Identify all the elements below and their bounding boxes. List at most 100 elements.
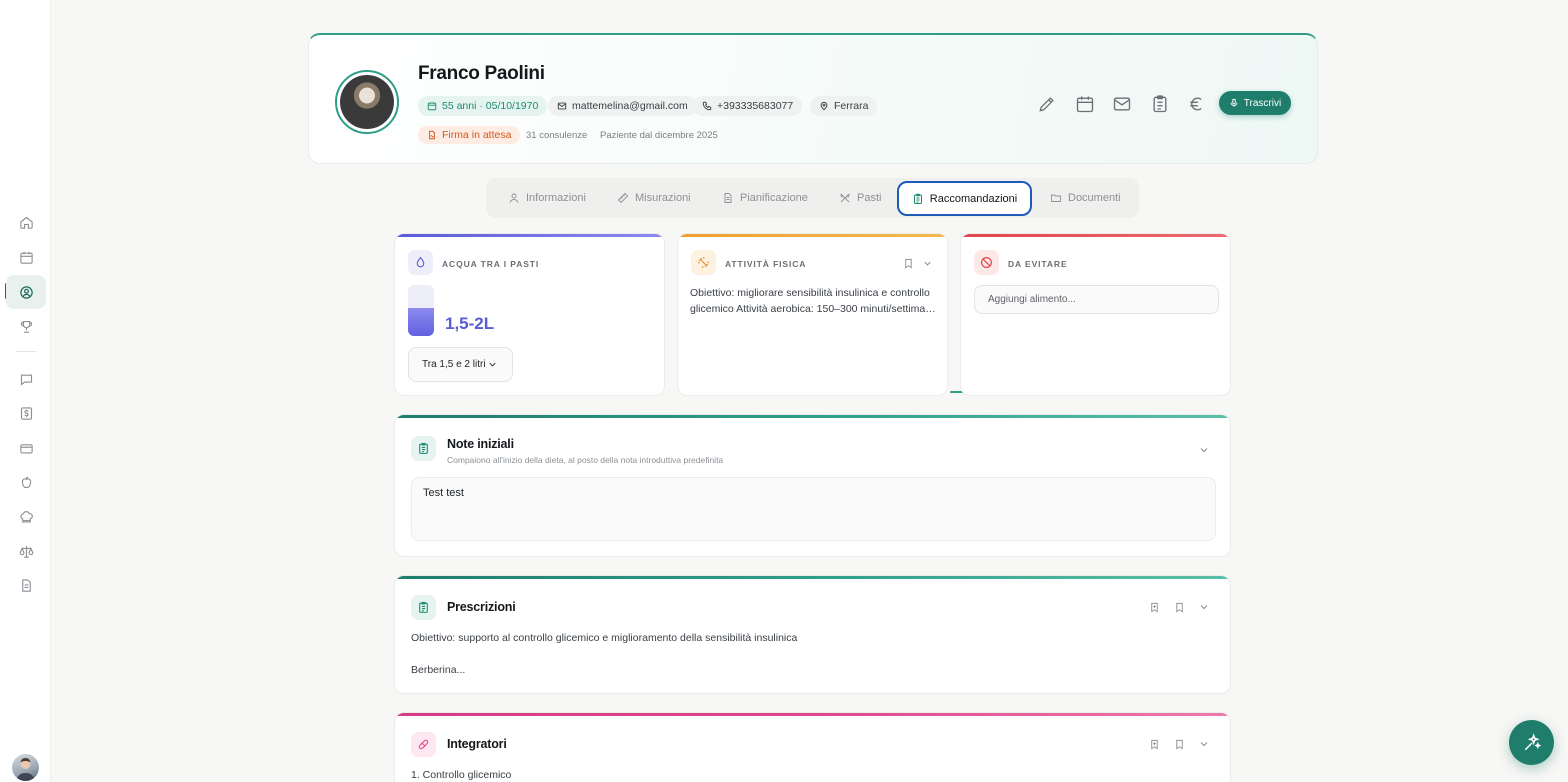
- phone-text: +393335683077: [717, 100, 794, 112]
- patient-header-card: Franco Paolini 55 anni · 05/10/1970 matt…: [308, 33, 1318, 164]
- clipboard-icon: [419, 442, 428, 454]
- euro-icon: [1190, 97, 1202, 111]
- supplements-line-1: 1. Controllo glicemico: [411, 769, 512, 781]
- tab-misurazioni[interactable]: Misurazioni: [609, 181, 699, 215]
- tab-informazioni[interactable]: Informazioni: [500, 181, 594, 215]
- tab-label: Raccomandazioni: [929, 192, 1018, 205]
- phone-icon: [702, 101, 712, 111]
- chevron-down-icon: [1200, 605, 1208, 610]
- supplements-icon-box: [411, 732, 436, 757]
- chevron-down-icon: [1200, 448, 1208, 453]
- signature-icon: [429, 130, 435, 140]
- age-dob-text: 55 anni · 05/10/1970: [442, 100, 539, 112]
- map-pin-icon: [820, 101, 828, 111]
- droplet-icon: [416, 256, 425, 268]
- prescriptions-save-template-button[interactable]: [1147, 600, 1161, 614]
- activity-text: Obiettivo: migliorare sensibilità insuli…: [690, 285, 940, 317]
- avoid-icon-box: [974, 250, 999, 275]
- bookmark-plus-icon: [1150, 739, 1158, 749]
- sidebar-item-scale[interactable]: [6, 535, 46, 567]
- bookmark-icon: [904, 258, 912, 268]
- prescriptions-collapse-button[interactable]: [1197, 600, 1211, 614]
- water-select[interactable]: Tra 1,5 e 2 litri: [408, 347, 513, 382]
- notes-card: Note iniziali Compaiono all'inizio della…: [394, 414, 1231, 557]
- prescriptions-card-accent: [395, 576, 1230, 579]
- tab-label: Pianificazione: [740, 192, 808, 204]
- sidebar-item-recipes[interactable]: [6, 501, 46, 533]
- user-avatar[interactable]: [12, 754, 39, 781]
- activity-expand-button[interactable]: [920, 256, 934, 270]
- trophy-icon: [20, 320, 32, 333]
- sidebar-item-patients[interactable]: [6, 275, 46, 309]
- sidebar-item-documents[interactable]: [6, 569, 46, 601]
- supplements-collapse-button[interactable]: [1197, 737, 1211, 751]
- dollar-icon: [20, 406, 32, 420]
- tab-documenti[interactable]: Documenti: [1042, 181, 1129, 215]
- avoid-card-accent: [961, 234, 1230, 237]
- sidebar-item-home[interactable]: [6, 206, 46, 238]
- ai-assistant-button[interactable]: [1509, 720, 1554, 765]
- mail-icon: [557, 102, 567, 110]
- chevron-down-icon: [1200, 742, 1208, 747]
- email-chip[interactable]: mattemelina@gmail.com: [548, 96, 697, 116]
- dumbbell-icon: [697, 256, 710, 269]
- sidebar-item-messages[interactable]: [6, 363, 46, 395]
- add-food-input[interactable]: [974, 285, 1219, 314]
- water-label: ACQUA TRA I PASTI: [442, 259, 540, 269]
- transcribe-button[interactable]: Trascrivi: [1219, 91, 1291, 115]
- tab-label: Documenti: [1068, 192, 1121, 204]
- pill-icon: [418, 739, 429, 750]
- sparkles-icon: [1524, 732, 1541, 750]
- tab-raccomandazioni[interactable]: Raccomandazioni: [897, 181, 1032, 216]
- email-button[interactable]: [1110, 92, 1134, 116]
- folder-icon: [1051, 194, 1061, 202]
- sidebar-item-payments[interactable]: [6, 432, 46, 464]
- schedule-button[interactable]: [1073, 92, 1097, 116]
- pencil-icon: [1039, 97, 1054, 112]
- checklist-button[interactable]: [1148, 92, 1172, 116]
- sidebar-item-foods[interactable]: [6, 466, 46, 498]
- chevron-down-icon: [923, 261, 931, 266]
- prescriptions-card: Prescrizioni Obiettivo: supporto al cont…: [394, 575, 1231, 694]
- activity-bookmark-button[interactable]: [901, 256, 915, 270]
- prescriptions-line-2: Berberina...: [411, 664, 466, 676]
- sidebar-item-billing[interactable]: [6, 397, 46, 429]
- notes-textarea[interactable]: [411, 477, 1216, 541]
- apple-icon: [21, 475, 31, 488]
- notes-icon-box: [411, 436, 436, 461]
- status-text: Firma in attesa: [442, 129, 512, 141]
- notes-collapse-button[interactable]: [1197, 443, 1211, 457]
- activity-card-accent: [678, 234, 947, 237]
- mail-icon: [1113, 97, 1131, 111]
- supplements-bookmark-button[interactable]: [1172, 737, 1186, 751]
- chevron-down-icon: [489, 362, 496, 367]
- prescriptions-title: Prescrizioni: [447, 600, 516, 614]
- prescriptions-line-1: Obiettivo: supporto al controllo glicemi…: [411, 632, 798, 644]
- ban-icon: [981, 257, 992, 268]
- phone-chip[interactable]: +393335683077: [693, 96, 803, 116]
- water-card-accent: [395, 234, 664, 237]
- prescriptions-bookmark-button[interactable]: [1172, 600, 1186, 614]
- user-circle-icon: [19, 285, 33, 299]
- bookmark-plus-icon: [1150, 602, 1158, 612]
- avoid-label: DA EVITARE: [1008, 259, 1068, 269]
- water-select-value: Tra 1,5 e 2 litri: [422, 359, 486, 370]
- bookmark-icon: [1175, 739, 1183, 749]
- billing-button[interactable]: [1185, 92, 1209, 116]
- supplements-save-template-button[interactable]: [1147, 737, 1161, 751]
- tab-label: Misurazioni: [635, 192, 691, 204]
- sidebar-item-calendar[interactable]: [6, 241, 46, 273]
- supplements-title: Integratori: [447, 737, 507, 751]
- patient-since: Paziente dal dicembre 2025: [600, 130, 718, 141]
- file-icon: [724, 193, 732, 203]
- sidebar-item-achievements[interactable]: [6, 310, 46, 342]
- notes-card-accent: [395, 415, 1230, 418]
- edit-button[interactable]: [1035, 92, 1059, 116]
- patient-avatar[interactable]: [335, 70, 399, 134]
- bookmark-icon: [1175, 602, 1183, 612]
- age-chip: 55 anni · 05/10/1970: [418, 96, 548, 116]
- clipboard-icon: [913, 193, 922, 204]
- tab-pasti[interactable]: Pasti: [831, 181, 889, 215]
- patient-tabs: Informazioni Misurazioni Pianificazione …: [486, 178, 1139, 393]
- tab-pianificazione[interactable]: Pianificazione: [714, 181, 816, 215]
